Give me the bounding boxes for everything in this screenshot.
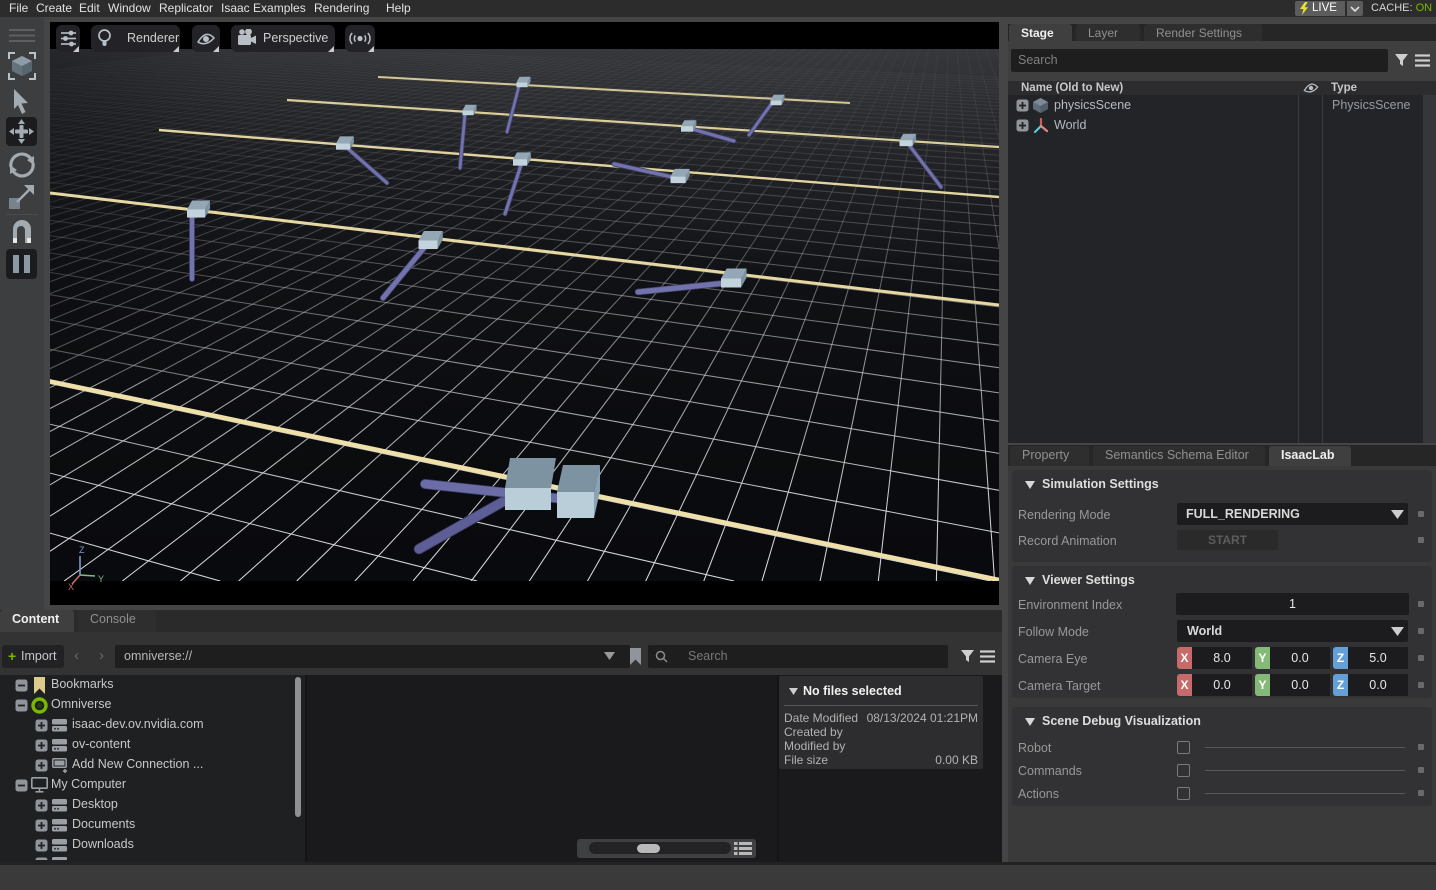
svg-text:X: X [68, 582, 74, 592]
svg-text:Y: Y [98, 574, 104, 584]
svg-text:Z: Z [79, 545, 85, 555]
